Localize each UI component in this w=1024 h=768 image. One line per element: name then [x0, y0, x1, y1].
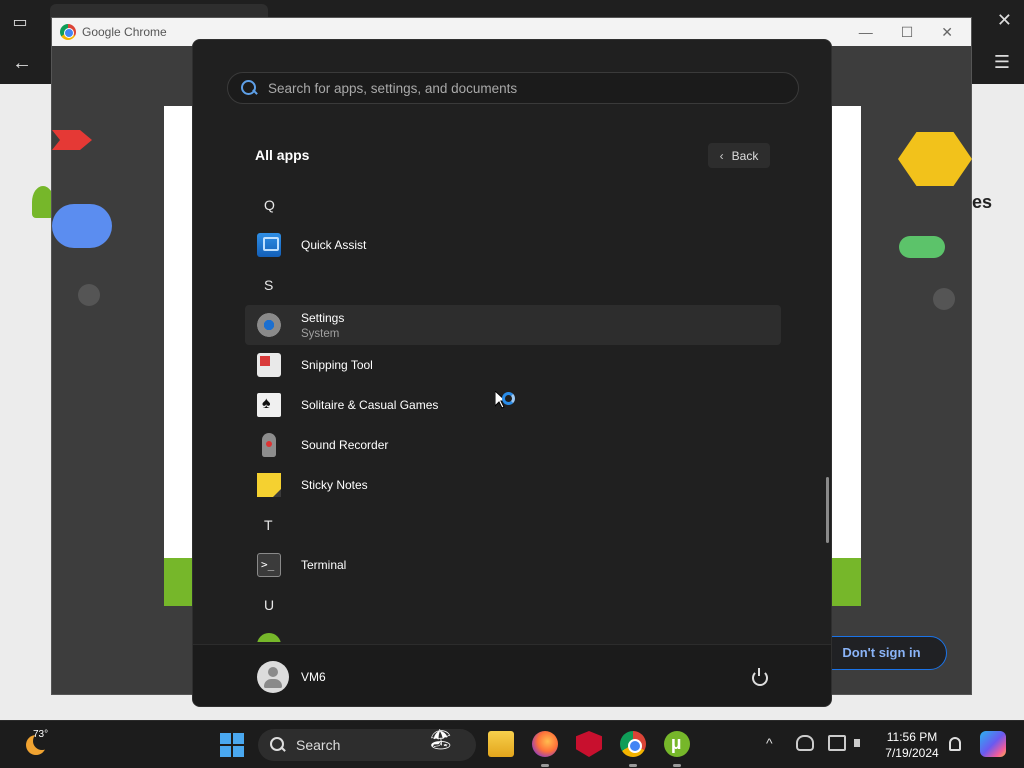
app-name: Terminal: [301, 558, 347, 572]
section-letter-q[interactable]: Q: [245, 185, 781, 225]
solitaire-icon: [257, 393, 281, 417]
dont-sign-in-button[interactable]: Don't sign in: [816, 636, 947, 670]
minimize-icon[interactable]: —: [859, 24, 873, 41]
decorative-dot: [933, 288, 955, 310]
quick-assist-icon: [257, 233, 281, 257]
section-letter-s[interactable]: S: [245, 265, 781, 305]
chrome-icon[interactable]: [620, 731, 646, 757]
maximize-icon[interactable]: ☐: [901, 24, 914, 41]
start-search-box[interactable]: [227, 72, 799, 104]
onedrive-icon[interactable]: [796, 735, 814, 751]
app-name: Snipping Tool: [301, 358, 373, 372]
back-button[interactable]: ‹ Back: [708, 143, 770, 168]
utorrent-icon[interactable]: [664, 731, 690, 757]
red-arrow-icon: [52, 130, 92, 150]
app-name: Solitaire & Casual Games: [301, 398, 439, 412]
running-indicator: [629, 764, 637, 767]
decorative-shape: [899, 236, 945, 258]
search-icon: [240, 79, 258, 97]
temperature: 73°: [33, 729, 49, 740]
running-indicator: [541, 764, 549, 767]
app-name: Sound Recorder: [301, 438, 389, 452]
decorative-dot: [78, 284, 100, 306]
settings-icon: [256, 312, 282, 338]
app-item-quick-assist[interactable]: Quick Assist: [245, 225, 781, 265]
mcafee-icon[interactable]: [576, 731, 602, 757]
app-item-sound-recorder[interactable]: Sound Recorder: [245, 425, 781, 465]
start-menu: All apps ‹ Back Q Quick Assist S Setting…: [192, 39, 832, 707]
section-letter-t[interactable]: T: [245, 505, 781, 545]
utorrent-icon: [257, 633, 281, 642]
back-arrow-icon[interactable]: ←: [12, 52, 32, 75]
network-icon[interactable]: [828, 735, 846, 751]
power-icon[interactable]: [752, 668, 768, 686]
app-subtitle: System: [301, 327, 340, 340]
firefox-icon[interactable]: [532, 731, 558, 757]
terminal-icon: [257, 553, 281, 577]
app-item-settings[interactable]: Settings System: [245, 305, 781, 345]
decorative-hexagon: [898, 132, 972, 186]
start-menu-footer: VM6: [193, 644, 831, 706]
bell-icon[interactable]: [949, 737, 961, 751]
volume-icon[interactable]: [854, 735, 872, 751]
running-indicator: [673, 764, 681, 767]
chevron-up-icon[interactable]: ^: [766, 735, 773, 751]
user-name[interactable]: VM6: [301, 670, 326, 684]
app-name: Settings: [301, 310, 345, 325]
search-icon: [270, 737, 286, 753]
menu-icon[interactable]: ☰: [994, 52, 1010, 73]
background-heading-fragment: es: [971, 192, 992, 212]
app-name: Quick Assist: [301, 238, 367, 252]
app-name: Sticky Notes: [301, 478, 368, 492]
window-title: Google Chrome: [82, 25, 167, 39]
taskbar: 73° Search 🏖 ^ 11:56 PM 7/19/2024: [0, 720, 1024, 768]
date: 7/19/2024: [885, 746, 939, 760]
windows-logo-icon: [220, 733, 231, 744]
decorative-shape: [52, 204, 112, 248]
close-icon[interactable]: ✕: [941, 24, 953, 41]
tab-search-icon[interactable]: ▭: [10, 12, 30, 32]
taskbar-search-label: Search: [296, 737, 341, 753]
app-list[interactable]: Q Quick Assist S Settings System Snippin…: [245, 185, 781, 642]
app-item-sticky-notes[interactable]: Sticky Notes: [245, 465, 781, 505]
app-item-terminal[interactable]: Terminal: [245, 545, 781, 585]
copilot-icon[interactable]: [980, 731, 1006, 757]
app-item-snipping-tool[interactable]: Snipping Tool: [245, 345, 781, 385]
search-highlight-icon: 🏖: [428, 729, 454, 751]
sticky-notes-icon: [257, 473, 281, 497]
file-explorer-icon[interactable]: [488, 731, 514, 757]
snipping-tool-icon: [257, 353, 281, 377]
avatar[interactable]: [257, 661, 289, 693]
section-letter-u[interactable]: U: [245, 585, 781, 625]
back-label: Back: [731, 148, 759, 163]
app-item-utorrent[interactable]: [245, 625, 781, 642]
start-button[interactable]: [220, 733, 244, 757]
sound-recorder-icon: [262, 433, 276, 457]
all-apps-title: All apps: [255, 147, 310, 163]
search-input[interactable]: [268, 80, 788, 96]
chrome-logo-icon: [60, 24, 76, 40]
scrollbar-thumb[interactable]: [826, 477, 829, 543]
busy-spinner-icon: [502, 392, 515, 405]
time: 11:56 PM: [886, 730, 938, 744]
chevron-left-icon: ‹: [719, 148, 724, 163]
clock[interactable]: 11:56 PM 7/19/2024: [882, 729, 942, 761]
app-item-solitaire[interactable]: Solitaire & Casual Games: [245, 385, 781, 425]
close-icon[interactable]: ✕: [997, 10, 1012, 31]
